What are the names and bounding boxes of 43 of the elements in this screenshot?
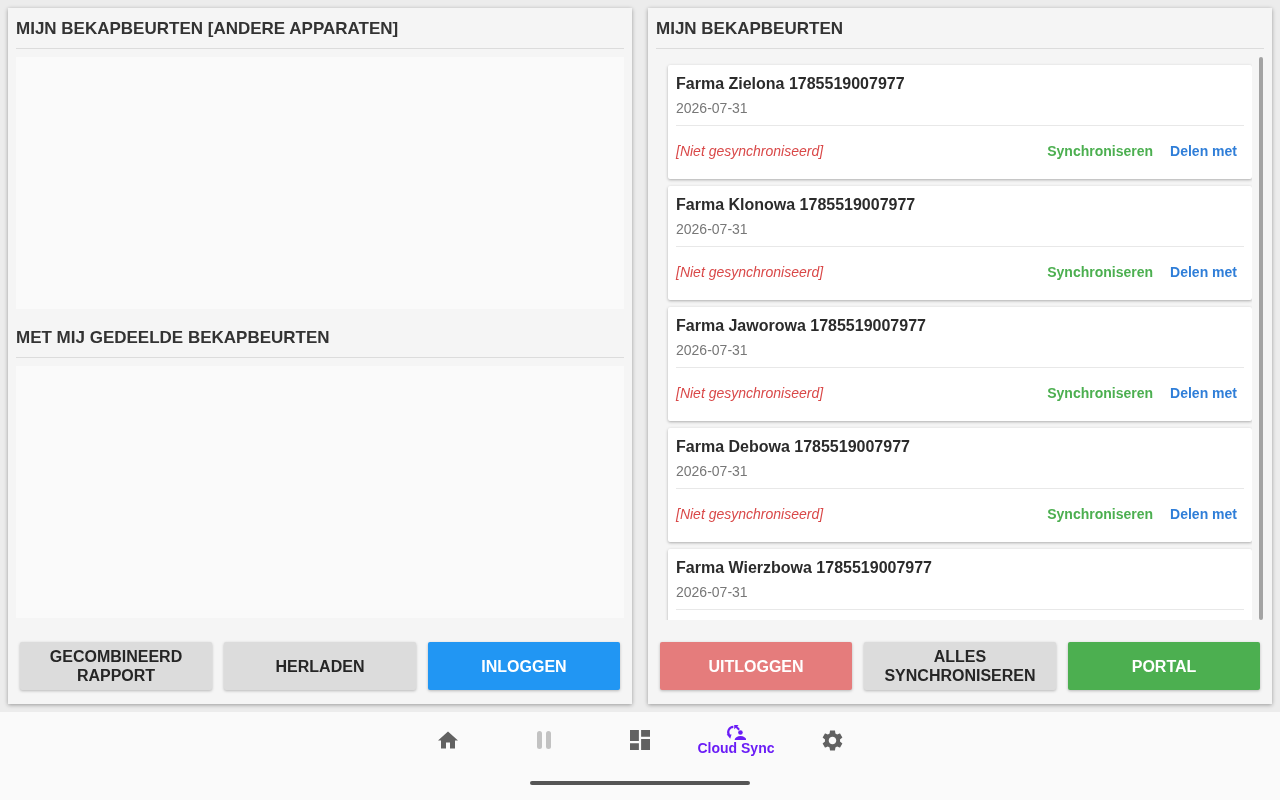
sync-status: [Niet gesynchroniseerd] [676, 384, 824, 403]
record-card[interactable]: Farma Wierzbowa 1785519007977 2026-07-31 [668, 549, 1252, 620]
nav-tab[interactable]: Cloud Sync [688, 720, 784, 760]
settings-icon [821, 729, 843, 751]
scrollbar[interactable] [1259, 57, 1263, 620]
action-button[interactable]: PORTAL [1068, 642, 1260, 690]
sync-status: [Niet gesynchroniseerd] [676, 505, 824, 524]
action-button[interactable]: ALLES SYNCHRONISEREN [864, 642, 1056, 690]
share-link[interactable]: Delen met [1170, 261, 1237, 283]
sync-link[interactable]: Synchroniseren [1047, 503, 1154, 525]
record-date: 2026-07-31 [676, 341, 749, 360]
sync-status: [Niet gesynchroniseerd] [676, 263, 824, 282]
sync-status: [Niet gesynchroniseerd] [676, 142, 824, 161]
record-date: 2026-07-31 [676, 583, 749, 602]
section-title: MET MIJ GEDEELDE BEKAPBEURTEN [16, 328, 330, 347]
record-card[interactable]: Farma Debowa 1785519007977 2026-07-31 [Niet gesynchroniseerd] Synchroniseren Delen met [668, 428, 1252, 542]
share-link[interactable]: Delen met [1170, 503, 1237, 525]
dashboard-icon [630, 730, 650, 750]
record-date: 2026-07-31 [676, 99, 749, 118]
pause-icon [536, 731, 552, 749]
record-card[interactable]: Farma Klonowa 1785519007977 2026-07-31 [Niet gesynchroniseerd] Synchroniseren Delen met [668, 186, 1252, 300]
record-date: 2026-07-31 [676, 462, 749, 481]
record-title: Farma Debowa 1785519007977 [676, 437, 911, 457]
share-link[interactable]: Delen met [1170, 140, 1237, 162]
record-card[interactable]: Farma Zielona 1785519007977 2026-07-31 [Niet gesynchroniseerd] Synchroniseren Delen met [668, 65, 1252, 179]
action-button[interactable]: HERLADEN [224, 642, 416, 690]
sync-link[interactable]: Synchroniseren [1047, 261, 1154, 283]
record-date: 2026-07-31 [676, 220, 749, 239]
sync-link[interactable]: Synchroniseren [1047, 382, 1154, 404]
section-title: MIJN BEKAPBEURTEN [656, 19, 844, 38]
record-title: Farma Zielona 1785519007977 [676, 74, 906, 94]
home-icon [438, 731, 458, 749]
record-card[interactable]: Farma Jaworowa 1785519007977 2026-07-31 [Niet gesynchroniseerd] Synchroniseren Delen met [668, 307, 1252, 421]
section-title: MIJN BEKAPBEURTEN [ANDERE APPARATEN] [16, 19, 399, 38]
cloud-sync-icon [726, 724, 746, 740]
record-title: Farma Wierzbowa 1785519007977 [676, 558, 933, 578]
action-button[interactable]: UITLOGGEN [660, 642, 852, 690]
sync-link[interactable]: Synchroniseren [1047, 140, 1154, 162]
action-button[interactable]: GECOMBINEERD RAPPORT [20, 642, 212, 690]
record-title: Farma Klonowa 1785519007977 [676, 195, 917, 215]
record-title: Farma Jaworowa 1785519007977 [676, 316, 927, 336]
action-button[interactable]: INLOGGEN [428, 642, 620, 690]
share-link[interactable]: Delen met [1170, 382, 1237, 404]
